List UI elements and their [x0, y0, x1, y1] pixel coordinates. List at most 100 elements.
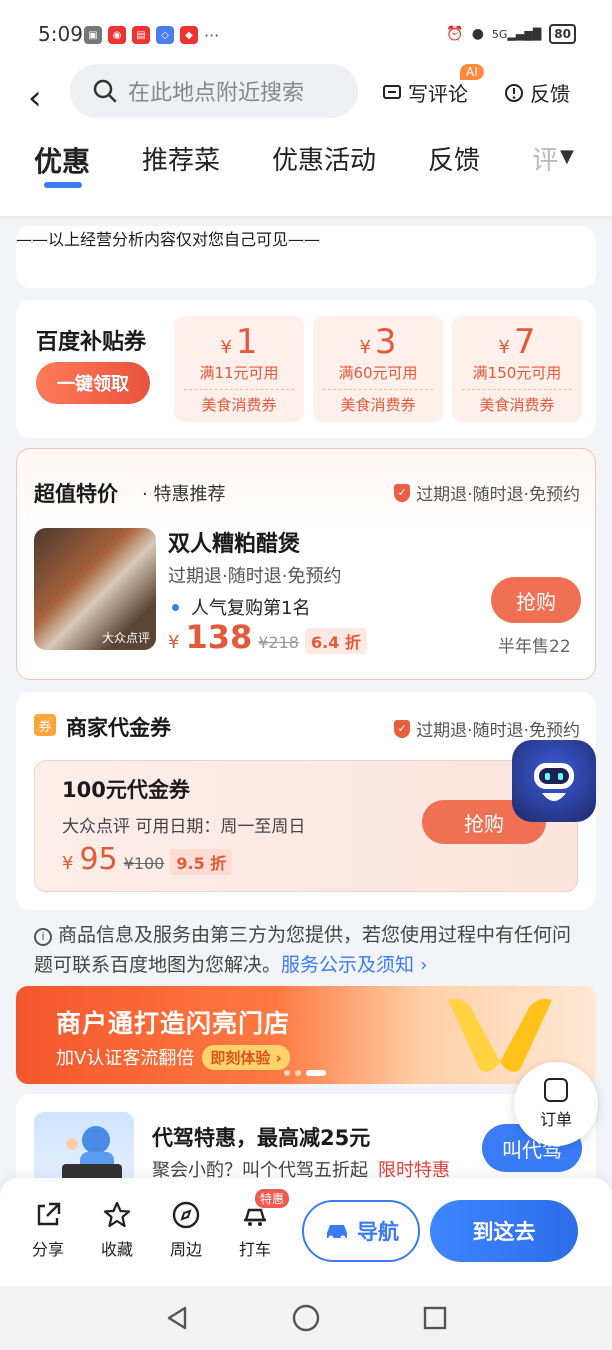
write-review-label: 写评论	[408, 82, 468, 106]
alert-icon	[505, 83, 523, 102]
back-triangle-icon[interactable]	[163, 1304, 191, 1332]
app-notification-icon: ▤	[132, 26, 150, 44]
star-icon	[103, 1201, 131, 1228]
coupon-card[interactable]: ¥1 满11元可用 美食消费券	[174, 316, 304, 422]
shield-icon: ✓	[394, 719, 411, 738]
bullet-icon	[172, 603, 179, 611]
navigate-button[interactable]: 导航	[302, 1200, 420, 1262]
status-time: 5:09	[38, 22, 83, 46]
coupon-kind: 美食消费券	[201, 396, 277, 414]
banner-pager	[284, 1070, 326, 1076]
deal-guarantee: ✓ 过期退·随时退·免预约	[394, 480, 580, 505]
chevron-down-icon[interactable]: ▼	[560, 146, 574, 167]
orders-button[interactable]: 订单	[514, 1062, 598, 1146]
app-notification-icon: ◇	[156, 26, 174, 44]
home-circle-icon[interactable]	[291, 1303, 321, 1333]
coupon-condition: 满60元可用	[338, 364, 418, 382]
tab-deals[interactable]: 优惠	[34, 140, 90, 180]
banner-title: 商户通打造闪亮门店	[56, 1009, 291, 1038]
deal-discount: 6.4 折	[304, 628, 367, 654]
voucher-discount: 9.5 折	[170, 849, 233, 875]
car-icon	[327, 1225, 347, 1241]
order-icon	[544, 1078, 568, 1102]
go-here-button[interactable]: 到这去	[430, 1200, 578, 1262]
shield-icon: ✓	[394, 483, 411, 502]
system-navigation-bar	[0, 1286, 612, 1350]
deal-original-price: ¥218	[258, 633, 299, 652]
feedback-label: 反馈	[530, 82, 570, 106]
rank-text: 人气复购第1名	[191, 598, 311, 619]
banner-subtitle: 加V认证客流翻倍 即刻体验 ›	[56, 1044, 290, 1070]
favorite-button[interactable]: 收藏	[87, 1200, 147, 1260]
write-review-button[interactable]: 写评论	[382, 78, 468, 107]
banner-cta[interactable]: 即刻体验 ›	[202, 1044, 290, 1070]
deal-section-subtitle: · 特惠推荐	[142, 484, 226, 505]
deal-section-title: 超值特价	[34, 482, 118, 506]
share-button[interactable]: 分享	[18, 1200, 78, 1260]
deal-grab-button[interactable]: 抢购	[491, 577, 581, 623]
deal-price: ¥ 138 ¥218 6.4 折	[168, 618, 367, 656]
search-placeholder: 在此地点附近搜索	[128, 81, 305, 106]
tab-indicator	[44, 182, 82, 188]
claim-all-button[interactable]: 一键领取	[36, 362, 150, 404]
coupon-amount: 7	[513, 322, 536, 362]
voucher-price: ¥ 95 ¥100 9.5 折	[62, 842, 233, 877]
recents-square-icon[interactable]	[421, 1304, 449, 1332]
taxi-button[interactable]: 打车	[225, 1200, 285, 1260]
feedback-button[interactable]: 反馈	[504, 78, 570, 107]
taxi-badge: 特惠	[255, 1189, 290, 1208]
coupon-kind: 美食消费券	[340, 396, 416, 414]
image-source-label: 大众点评	[101, 631, 150, 645]
voucher-section-title: 商家代金券	[66, 716, 171, 740]
search-input[interactable]: 在此地点附近搜索	[70, 64, 358, 118]
deal-rank: 人气复购第1名	[172, 594, 310, 620]
visibility-note: ——以上经营分析内容仅对您自己可见——	[16, 230, 321, 249]
search-icon	[93, 79, 117, 103]
more-icon: ···	[204, 26, 220, 45]
tab-recommended-dishes[interactable]: 推荐菜	[142, 140, 220, 180]
alarm-icon: ⏰	[446, 26, 464, 42]
compass-icon	[172, 1201, 200, 1229]
deal-terms: 过期退·随时退·免预约	[168, 566, 342, 587]
deal-name[interactable]: 双人糟粕醋煲	[168, 526, 300, 558]
service-terms-link[interactable]: 服务公示及须知 ›	[281, 954, 428, 976]
back-icon[interactable]: ‹	[28, 78, 42, 118]
tab-promotions[interactable]: 优惠活动	[272, 140, 376, 180]
comment-icon	[383, 84, 401, 99]
voucher-original-price: ¥100	[123, 854, 165, 873]
assistant-robot-icon[interactable]	[512, 740, 596, 822]
coupon-condition: 满11元可用	[199, 364, 279, 382]
deal-price-value: 138	[185, 618, 253, 656]
subsidy-title: 百度补贴券	[36, 330, 147, 355]
header-divider	[0, 216, 612, 220]
deal-image[interactable]: 大众点评	[34, 528, 156, 650]
service-disclaimer: i 商品信息及服务由第三方为您提供，若您使用过程中有任何问题可联系百度地图为您解决…	[34, 924, 572, 976]
nearby-button[interactable]: 周边	[156, 1200, 216, 1260]
tab-reviews[interactable]: 评	[532, 140, 558, 180]
app-notification-icon: ◉	[108, 26, 126, 44]
coupon-card[interactable]: ¥7 满150元可用 美食消费券	[452, 316, 582, 422]
status-indicators: ⏰ ● 5G▂▄▆█ 80	[446, 24, 576, 44]
guarantee-text: 过期退·随时退·免预约	[416, 485, 580, 505]
coupon-card[interactable]: ¥3 满60元可用 美食消费券	[313, 316, 443, 422]
voucher-guarantee: ✓ 过期退·随时退·免预约	[394, 716, 580, 741]
coupon-amount: 1	[235, 322, 258, 362]
coupon-condition: 满150元可用	[472, 364, 562, 382]
notification-icons: ▣ ◉ ▤ ◇ ◆ ···	[84, 26, 219, 45]
signal-icon: 5G▂▄▆█	[491, 27, 542, 41]
driver-title: 代驾特惠，最高减25元	[152, 1126, 371, 1150]
tab-feedback[interactable]: 反馈	[428, 140, 480, 180]
share-icon	[37, 1202, 61, 1226]
voucher-icon: 券	[34, 714, 56, 736]
gift-icon: ▣	[84, 26, 102, 44]
coupon-amount: 3	[374, 322, 397, 362]
tab-bar: 优惠 推荐菜 优惠活动 反馈 评	[34, 140, 558, 180]
voucher-title: 100元代金券	[62, 778, 190, 802]
location-icon: ●	[471, 26, 484, 42]
app-notification-icon: ◆	[180, 26, 198, 44]
guarantee-text: 过期退·随时退·免预约	[416, 721, 580, 741]
voucher-price-value: 95	[79, 842, 118, 877]
ai-badge: AI	[460, 64, 484, 80]
battery-icon: 80	[549, 24, 576, 44]
coupon-kind: 美食消费券	[479, 396, 555, 414]
